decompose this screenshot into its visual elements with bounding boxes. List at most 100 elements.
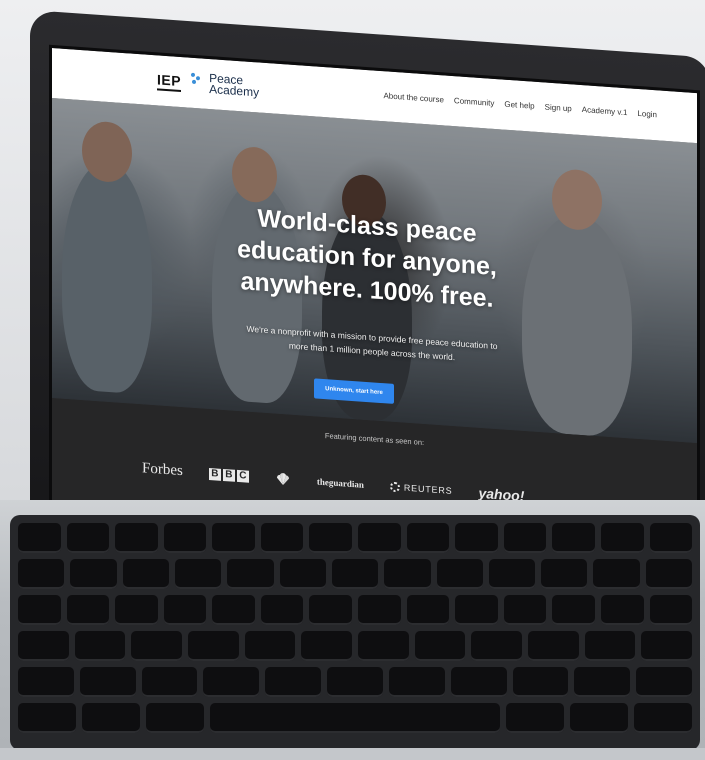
- key: [593, 559, 640, 589]
- nbc-peacock-icon: [276, 472, 289, 485]
- laptop-keyboard: [10, 515, 700, 750]
- reuters-logo: REUTERS: [389, 481, 453, 496]
- key: [649, 523, 693, 553]
- bbc-letter: C: [236, 469, 249, 483]
- key: [645, 559, 693, 589]
- key: [471, 631, 523, 661]
- hero-section: World-class peace education for anyone, …: [52, 98, 697, 444]
- key: [131, 631, 183, 661]
- nav-link-get-help[interactable]: Get help: [504, 100, 534, 111]
- key: [541, 559, 588, 589]
- key: [528, 631, 579, 661]
- key: [450, 667, 507, 697]
- key: [70, 559, 117, 589]
- nav-link-community[interactable]: Community: [454, 96, 494, 108]
- key: [279, 559, 326, 589]
- key: [82, 703, 140, 733]
- key: [327, 667, 383, 697]
- laptop-palmrest: [0, 748, 705, 760]
- bbc-logo: B B C: [208, 467, 249, 483]
- key: [388, 667, 445, 697]
- nav-link-about[interactable]: About the course: [383, 91, 443, 104]
- key: [331, 559, 379, 589]
- key: [634, 703, 692, 733]
- key: [227, 559, 274, 589]
- key: [436, 559, 483, 589]
- key: [260, 595, 304, 625]
- key: [115, 523, 158, 553]
- logo-line-2: Academy: [209, 81, 260, 100]
- nav-links: About the course Community Get help Sign…: [383, 91, 657, 119]
- reuters-dots-icon: [389, 481, 400, 492]
- key: [503, 595, 547, 625]
- key: [265, 667, 322, 697]
- reuters-wordmark: REUTERS: [403, 482, 453, 496]
- key: [18, 703, 76, 733]
- bbc-letter: B: [222, 468, 235, 482]
- key: [212, 523, 255, 553]
- peace-dots-icon: [191, 72, 201, 94]
- key: [358, 595, 401, 625]
- peace-academy-logo-text: Peace Academy: [209, 71, 260, 100]
- key: [455, 595, 498, 625]
- press-logos: Forbes B B C theguardian REUTERS yahoo!: [142, 460, 524, 504]
- key: [66, 523, 110, 553]
- key: [163, 523, 207, 553]
- key: [18, 523, 61, 553]
- key: [244, 631, 296, 661]
- key: [18, 631, 69, 661]
- forbes-logo: Forbes: [142, 460, 183, 480]
- key: [358, 523, 401, 553]
- key: [18, 667, 74, 697]
- key: [384, 559, 431, 589]
- key: [18, 595, 61, 625]
- key: [66, 595, 110, 625]
- key: [203, 667, 260, 697]
- key: [358, 631, 409, 661]
- key: [570, 703, 628, 733]
- key: [600, 595, 644, 625]
- nav-link-academy-v1[interactable]: Academy v.1: [582, 105, 628, 117]
- key: [163, 595, 207, 625]
- iep-peace-academy-logo[interactable]: IEP Peace Academy: [157, 69, 260, 100]
- key: [115, 595, 158, 625]
- key: [260, 523, 304, 553]
- keyboard-row: [18, 595, 693, 625]
- key: [600, 523, 644, 553]
- key: [506, 703, 564, 733]
- nav-link-login[interactable]: Login: [637, 109, 657, 119]
- keyboard-row: [18, 667, 692, 697]
- key: [488, 559, 536, 589]
- key: [141, 667, 198, 697]
- key: [301, 631, 353, 661]
- keyboard-row: [18, 631, 693, 661]
- key: [212, 595, 255, 625]
- key: [188, 631, 239, 661]
- key: [414, 631, 466, 661]
- keyboard-row: [18, 559, 693, 589]
- key: [406, 595, 450, 625]
- key: [146, 703, 204, 733]
- key: [552, 595, 595, 625]
- key: [309, 523, 353, 553]
- bbc-letter: B: [208, 467, 221, 481]
- key: [79, 667, 136, 697]
- key: [552, 523, 595, 553]
- key: [641, 631, 693, 661]
- key: [584, 631, 636, 661]
- spacebar-key: [210, 703, 500, 733]
- guardian-logo: theguardian: [316, 476, 364, 490]
- nav-link-sign-up[interactable]: Sign up: [545, 102, 572, 113]
- key: [636, 667, 692, 697]
- key: [503, 523, 547, 553]
- key: [512, 667, 569, 697]
- keyboard-row: [18, 523, 693, 553]
- key: [574, 667, 631, 697]
- key: [174, 559, 222, 589]
- keyboard-row: [18, 703, 692, 733]
- key: [406, 523, 450, 553]
- key: [122, 559, 169, 589]
- key: [18, 559, 65, 589]
- key: [455, 523, 498, 553]
- key: [74, 631, 126, 661]
